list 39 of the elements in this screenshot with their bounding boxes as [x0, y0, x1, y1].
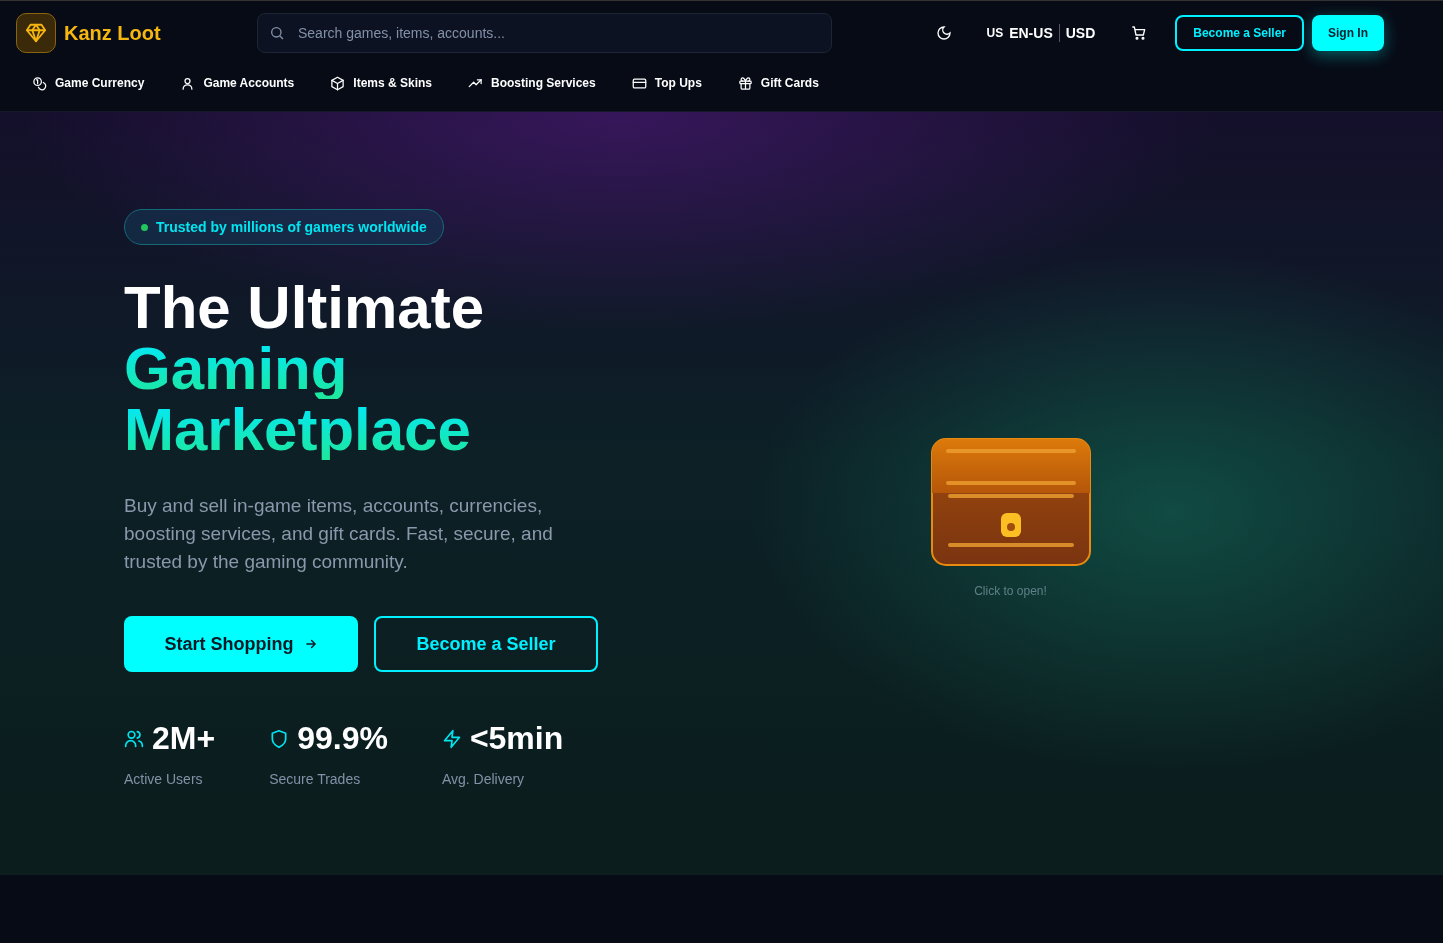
moon-icon[interactable]	[936, 25, 953, 41]
currency-selector[interactable]: USD	[1065, 25, 1096, 41]
stat-value: <5min	[469, 720, 564, 757]
search-field[interactable]: Search games, items, accounts...	[257, 13, 832, 53]
box-icon	[330, 75, 346, 91]
flag-code[interactable]: US	[986, 26, 1004, 40]
gift-icon	[737, 75, 753, 91]
seller-button[interactable]: Become a Seller	[374, 616, 598, 672]
shop-button[interactable]: Start Shopping	[124, 616, 358, 672]
stat-value: 2M+	[152, 720, 216, 757]
stat-label: Active Users	[124, 771, 204, 787]
arrow-right-icon	[303, 637, 318, 651]
nav-item[interactable]: Boosting Services	[468, 75, 596, 91]
logo-icon[interactable]	[16, 13, 56, 53]
bolt-icon	[441, 728, 462, 749]
status-dot-icon	[141, 223, 148, 231]
sign-in-button[interactable]: Sign In	[1312, 15, 1384, 51]
brand-name[interactable]: Kanz Loot	[64, 21, 161, 45]
stat-label: Secure Trades	[269, 771, 362, 787]
card-icon	[631, 75, 647, 91]
hero-description: Buy and sell in-game items, accounts, currencies, boosting services, and gift cards. Fast, secure, and trusted by the gaming community.	[124, 494, 554, 574]
trust-badge: Trusted by millions of gamers worldwide	[124, 209, 444, 245]
seller-button[interactable]: Become a Seller	[1175, 15, 1304, 51]
nav-item[interactable]: Gift Cards	[737, 75, 819, 91]
shield-icon	[269, 728, 290, 749]
nav-item[interactable]: Game Currency	[32, 75, 145, 91]
nav-item[interactable]: Top Ups	[631, 75, 702, 91]
coins-icon	[32, 75, 47, 91]
stat-value: 99.9%	[297, 720, 388, 757]
search-icon	[269, 25, 285, 41]
nav-item[interactable]: Items & Skins	[330, 75, 432, 91]
stat-label: Avg. Delivery	[441, 771, 526, 787]
nav-item[interactable]: Game Accounts	[180, 75, 295, 91]
hero-title: The Ultimate	[124, 277, 486, 338]
cart-icon[interactable]	[1131, 25, 1148, 41]
chest-hint: Click to open!	[974, 584, 1047, 598]
chest-icon[interactable]	[930, 438, 1091, 566]
language-selector[interactable]: EN-US	[1009, 25, 1053, 41]
users-icon	[124, 728, 144, 749]
